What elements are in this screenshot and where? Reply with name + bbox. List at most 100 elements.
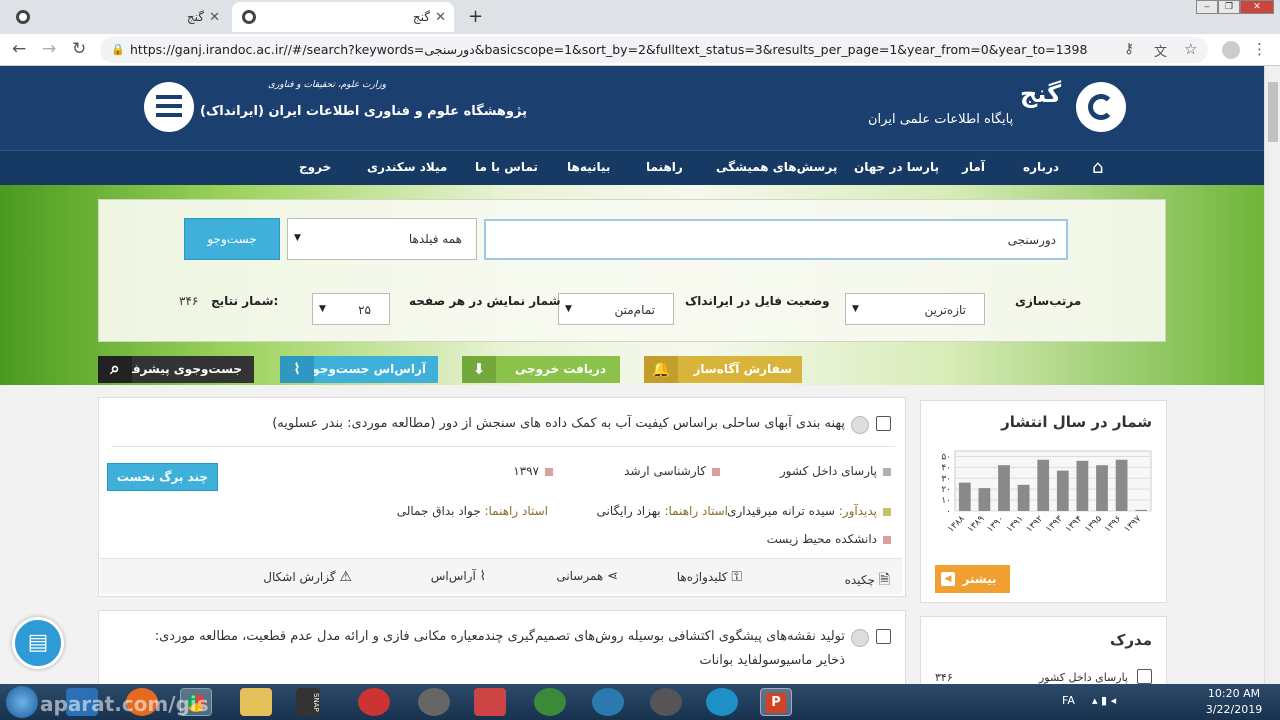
- share-action[interactable]: همرسانی ⋖: [556, 569, 618, 584]
- keywords-action[interactable]: کلیدواژه‌ها ⚿: [677, 569, 742, 585]
- result-checkbox[interactable]: [876, 629, 891, 644]
- per-page-select[interactable]: ۲۵ ▼: [312, 293, 390, 325]
- nav-item-about[interactable]: درباره: [1023, 160, 1059, 174]
- powerpoint-icon[interactable]: P: [760, 688, 792, 716]
- preview-pages-button[interactable]: چند برگ نخست: [107, 463, 218, 491]
- nav-item-statements[interactable]: بیانیه‌ها: [567, 160, 610, 174]
- nav-item-parsa-world[interactable]: پارسا در جهان: [854, 160, 939, 174]
- year-bar[interactable]: [1037, 459, 1050, 511]
- file-status-select[interactable]: تمام‌متن ▼: [558, 293, 674, 325]
- nav-item-user[interactable]: میلاد سکندری: [367, 160, 447, 174]
- camera-app-icon[interactable]: [706, 688, 738, 716]
- result-title[interactable]: تولید نقشه‌های پیشگوی اکتشافی بوسیله روش…: [155, 629, 845, 644]
- reload-icon[interactable]: ↻: [72, 39, 86, 59]
- per-page-value: ۲۵: [358, 303, 371, 317]
- app-icon[interactable]: [474, 688, 506, 716]
- rss-action[interactable]: آر‌اس‌اس ⌇: [431, 569, 486, 584]
- page-scrollbar[interactable]: [1264, 66, 1280, 684]
- export-button[interactable]: دریافت خروجی ⬇: [462, 356, 620, 383]
- rss-search-label: آر‌اس‌اس جست‌وجو: [312, 362, 426, 376]
- magnifier-app-icon[interactable]: [592, 688, 624, 716]
- tab-close-icon[interactable]: ✕: [209, 10, 220, 25]
- close-window-icon[interactable]: ✕: [1240, 0, 1274, 14]
- tab-close-icon[interactable]: ✕: [435, 10, 446, 25]
- document-type-icon: [851, 416, 869, 434]
- x-tick-label: ۱۳۹۰: [985, 514, 1006, 535]
- app-icon[interactable]: [650, 688, 682, 716]
- menu-kebab-icon[interactable]: ⋮: [1252, 40, 1267, 58]
- forward-icon[interactable]: →: [42, 39, 56, 59]
- sort-select[interactable]: تازه‌ترین ▼: [845, 293, 985, 325]
- watermark: aparat.com/gis: [40, 692, 209, 716]
- nav-item-faq[interactable]: پرسش‌های همیشگی: [716, 160, 837, 174]
- start-button[interactable]: [6, 686, 38, 718]
- y-tick-label: ۴۰: [941, 463, 951, 473]
- advanced-search-button[interactable]: جست‌وجوی پیشرفته ⌕: [98, 356, 254, 383]
- year-bar[interactable]: [1096, 465, 1108, 511]
- sort-value: تازه‌ترین: [924, 303, 966, 317]
- x-tick-label: ۱۳۸۹: [966, 514, 987, 535]
- home-icon[interactable]: ⌂: [1092, 157, 1103, 178]
- clock-date[interactable]: 3/22/2019: [1204, 703, 1264, 716]
- help-book-icon[interactable]: ▤: [12, 617, 64, 669]
- year-bar[interactable]: [1115, 459, 1128, 511]
- nav-item-guide[interactable]: راهنما: [646, 160, 683, 174]
- new-tab-icon[interactable]: +: [468, 6, 483, 27]
- dropdown-caret-icon: ▼: [319, 304, 326, 314]
- site-favicon-icon: [242, 10, 256, 24]
- year-bar[interactable]: [1017, 484, 1030, 511]
- degree-checkbox[interactable]: [1137, 669, 1152, 684]
- clock-time[interactable]: 10:20 AM: [1204, 687, 1264, 700]
- language-indicator[interactable]: FA: [1062, 694, 1075, 707]
- globe-icon[interactable]: [534, 688, 566, 716]
- abstract-action[interactable]: چکیده 🗎: [845, 569, 890, 593]
- year-bar[interactable]: [978, 488, 991, 511]
- nav-item-contact[interactable]: تماس با ما: [475, 160, 538, 174]
- search-input[interactable]: دورسنجی: [484, 219, 1068, 260]
- scope-select[interactable]: همه فیلدها ▼: [287, 218, 477, 260]
- bookmark-star-icon[interactable]: ☆: [1184, 40, 1197, 58]
- url-field[interactable]: 🔒 https://ganj.irandoc.ac.ir//#/search?k…: [100, 37, 1208, 63]
- maximize-icon[interactable]: ❐: [1218, 0, 1240, 14]
- translate-icon[interactable]: 文: [1154, 41, 1167, 60]
- result-title-line2[interactable]: ذخایر ماسیوسولفاید بوانات: [699, 653, 845, 668]
- results-count-label: شمار نتایج:: [211, 294, 279, 308]
- search-button[interactable]: جست‌وجو: [184, 218, 280, 260]
- rss-search-button[interactable]: آر‌اس‌اس جست‌وجو ⌇: [280, 356, 438, 383]
- degree-item-label: پارسای داخل کشور: [1038, 671, 1128, 684]
- dropdown-caret-icon: ▼: [565, 304, 572, 314]
- more-button[interactable]: ◀ بیشتر: [935, 565, 1010, 593]
- key-icon[interactable]: ⚷: [1124, 41, 1134, 57]
- nav-item-logout[interactable]: خروج: [299, 160, 331, 174]
- x-tick-label: ۱۳۹۵: [1083, 514, 1104, 535]
- result-advisor-2: استاد راهنما: جواد بداق جمالی: [396, 504, 548, 518]
- nav-item-stats[interactable]: آمار: [962, 160, 985, 174]
- snap-icon[interactable]: SNAP: [296, 688, 320, 716]
- windows-taskbar: SNAP P aparat.com/gis FA ▴ ▮ ◂ 10:20 AM …: [0, 684, 1280, 720]
- degree-filter-title: مدرک: [1110, 631, 1152, 649]
- browser-tab-2[interactable]: گنج ✕: [232, 2, 454, 32]
- tray-icons[interactable]: ▴ ▮ ◂: [1092, 694, 1116, 707]
- y-tick-label: ۱۰: [941, 496, 951, 506]
- document-type-icon: [851, 629, 869, 647]
- share-icon: ⋖: [607, 569, 618, 584]
- browser-tab-1[interactable]: گنج ✕: [6, 2, 226, 32]
- year-bar[interactable]: [998, 465, 1010, 511]
- app-icon[interactable]: [358, 688, 390, 716]
- site-header: گنج پایگاه اطلاعات علمی ایران وزارت علوم…: [0, 66, 1264, 150]
- alert-subscribe-button[interactable]: سفارش آگاه‌ساز 🔔: [644, 356, 802, 383]
- minimize-icon[interactable]: ‒: [1196, 0, 1218, 14]
- profile-avatar[interactable]: [1222, 41, 1240, 59]
- result-checkbox[interactable]: [876, 416, 891, 431]
- year-bar[interactable]: [1056, 470, 1069, 511]
- report-issue-action[interactable]: گزارش اشکال ⚠: [263, 569, 352, 585]
- app-icon[interactable]: [418, 688, 450, 716]
- year-bar[interactable]: [1076, 460, 1089, 511]
- year-bar[interactable]: [958, 482, 971, 511]
- result-title[interactable]: پهنه بندی آبهای ساحلی براساس کیفیت آب به…: [272, 416, 845, 431]
- folder-icon[interactable]: [240, 688, 272, 716]
- scrollbar-thumb[interactable]: [1268, 82, 1278, 142]
- year-bar[interactable]: [1135, 509, 1148, 511]
- chevron-left-icon: ◀: [941, 572, 955, 586]
- back-icon[interactable]: ←: [12, 39, 26, 59]
